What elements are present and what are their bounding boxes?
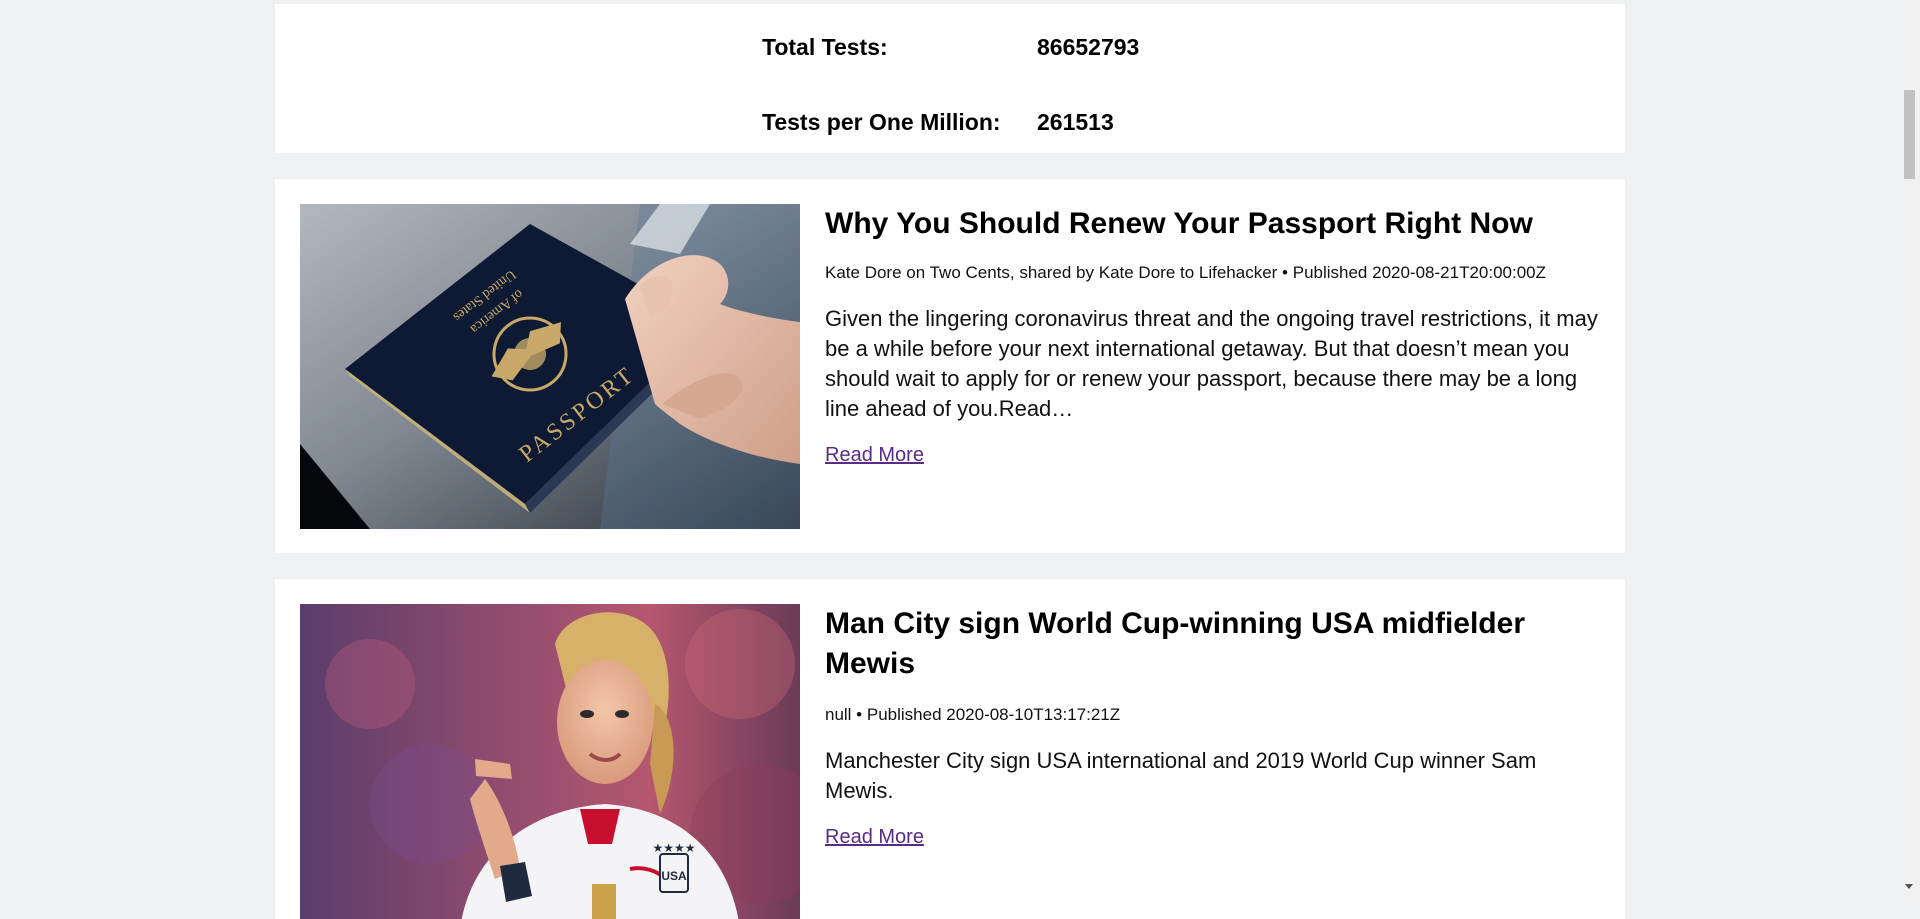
article-meta: Kate Dore on Two Cents, shared by Kate D… — [825, 263, 1547, 282]
total-tests-value: 86652793 — [1037, 34, 1140, 60]
passport-photo-icon[interactable]: PASSPORT United States of America — [300, 204, 800, 529]
read-more-link[interactable]: Read More — [825, 824, 924, 850]
stats-card: Total Tests: 86652793 Tests per One Mill… — [275, 4, 1625, 153]
article-card: PASSPORT United States of America Why Yo… — [275, 179, 1625, 553]
article-description: Given the lingering coronavirus threat a… — [825, 306, 1598, 421]
article-content: Why You Should Renew Your Passport Right… — [825, 204, 1605, 468]
article-card: USA ★★★★ Man City sign World Cup-winning… — [275, 579, 1625, 919]
article-meta: null • Published 2020-08-10T13:17:21Z — [825, 705, 1121, 724]
scroll-down-arrow-icon[interactable] — [1905, 884, 1913, 889]
tests-per-million-label: Tests per One Million: — [762, 109, 1001, 135]
article-description: Manchester City sign USA international a… — [825, 748, 1537, 803]
total-tests-label: Total Tests: — [762, 34, 888, 60]
read-more-link[interactable]: Read More — [825, 442, 924, 468]
article-title[interactable]: Why You Should Renew Your Passport Right… — [825, 204, 1605, 244]
article-content: Man City sign World Cup-winning USA midf… — [825, 604, 1605, 850]
soccer-player-photo-icon[interactable]: USA ★★★★ — [300, 604, 800, 919]
svg-text:USA: USA — [661, 869, 687, 883]
article-title[interactable]: Man City sign World Cup-winning USA midf… — [825, 604, 1605, 684]
vertical-scrollbar[interactable] — [1899, 0, 1920, 899]
tests-per-million-value: 261513 — [1037, 109, 1114, 135]
scrollbar-thumb[interactable] — [1904, 90, 1915, 179]
page: Total Tests: 86652793 Tests per One Mill… — [0, 0, 1899, 919]
svg-text:★★★★: ★★★★ — [652, 841, 695, 855]
